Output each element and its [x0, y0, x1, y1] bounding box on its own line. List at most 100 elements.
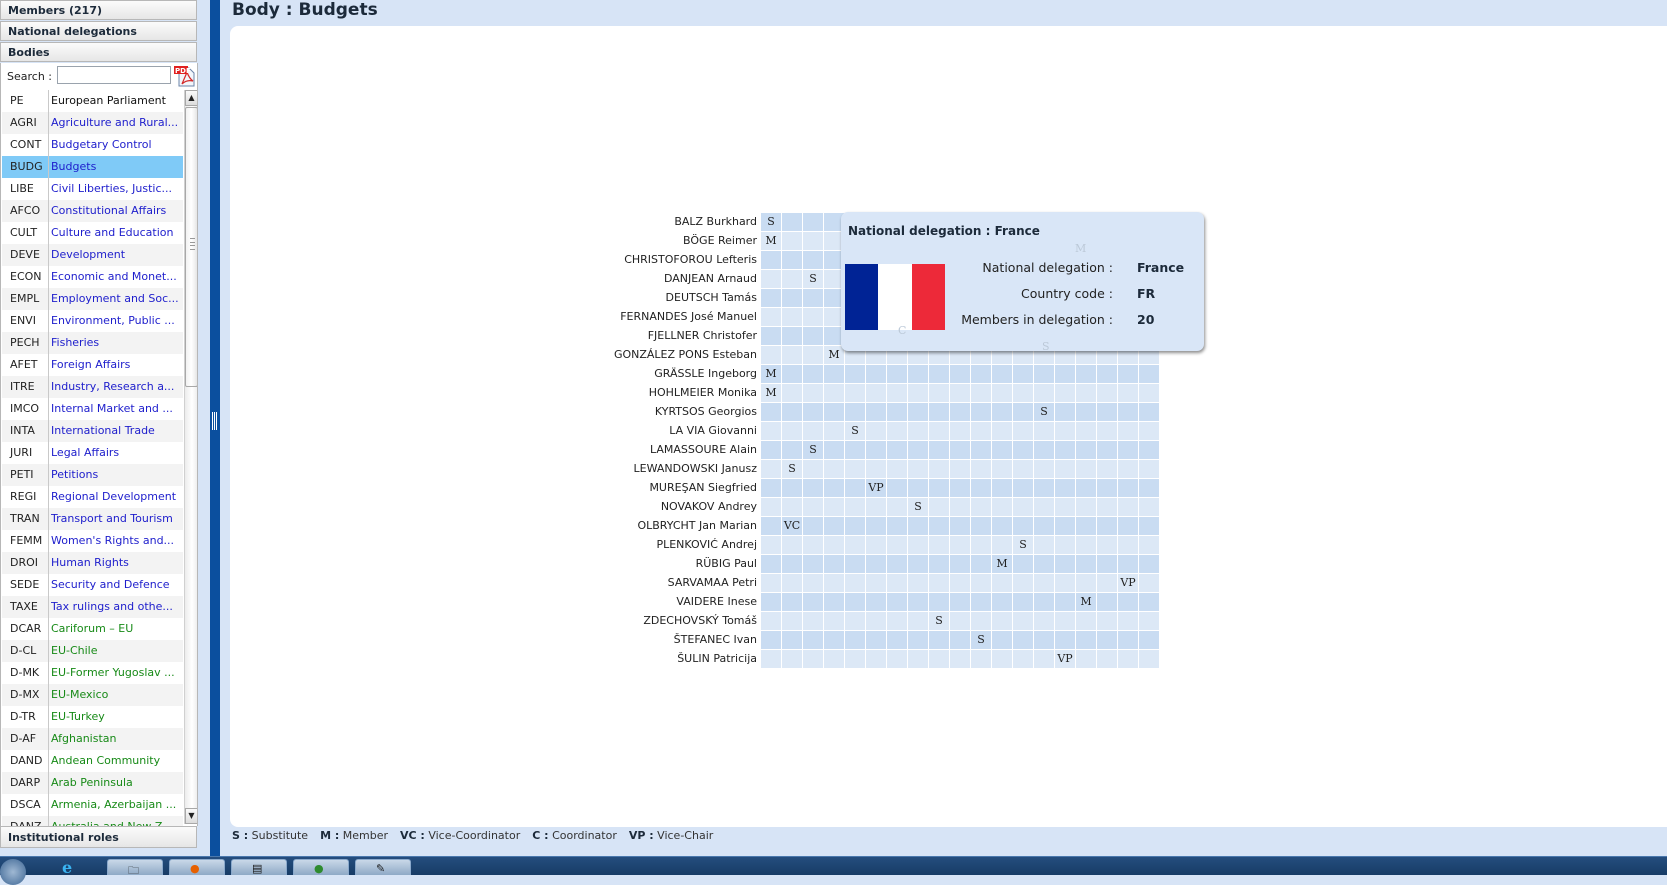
grid-cell[interactable] [824, 479, 844, 497]
grid-cell[interactable] [761, 327, 781, 345]
notepad-button[interactable]: ▤ [231, 859, 287, 875]
member-name[interactable]: HOHLMEIER Monika [557, 386, 757, 399]
grid-cell[interactable] [1076, 422, 1096, 440]
grid-cell[interactable] [1055, 365, 1075, 383]
grid-cell[interactable] [1013, 574, 1033, 592]
grid-cell[interactable] [782, 213, 802, 231]
member-name[interactable]: BALZ Burkhard [557, 215, 757, 228]
member-name[interactable]: GRÄSSLE Ingeborg [557, 367, 757, 380]
grid-cell[interactable]: S [761, 213, 781, 231]
grid-cell[interactable] [1097, 574, 1117, 592]
grid-cell[interactable] [1076, 612, 1096, 630]
grid-cell[interactable] [887, 422, 907, 440]
grid-cell[interactable] [761, 517, 781, 535]
grid-cell[interactable] [1097, 517, 1117, 535]
member-name[interactable]: LA VIA Giovanni [557, 424, 757, 437]
grid-cell[interactable] [971, 365, 991, 383]
grid-cell[interactable] [1139, 650, 1159, 668]
list-item-afco[interactable]: AFCO Constitutional Affairs [2, 200, 183, 222]
grid-cell[interactable] [866, 422, 886, 440]
grid-cell[interactable] [887, 574, 907, 592]
grid-cell[interactable] [866, 650, 886, 668]
grid-cell[interactable]: M [1076, 593, 1096, 611]
grid-cell[interactable] [803, 650, 823, 668]
grid-cell[interactable] [929, 384, 949, 402]
grid-cell[interactable] [971, 650, 991, 668]
grid-cell[interactable] [992, 403, 1012, 421]
grid-cell[interactable] [929, 574, 949, 592]
grid-cell[interactable] [761, 498, 781, 516]
grid-cell[interactable] [1034, 479, 1054, 497]
list-item-cont[interactable]: CONT Budgetary Control [2, 134, 183, 156]
grid-cell[interactable] [887, 365, 907, 383]
list-item-tran[interactable]: TRAN Transport and Tourism [2, 508, 183, 530]
grid-cell[interactable] [803, 479, 823, 497]
grid-cell[interactable] [1013, 498, 1033, 516]
list-item-itre[interactable]: ITRE Industry, Research a... [2, 376, 183, 398]
grid-cell[interactable]: S [782, 460, 802, 478]
grid-cell[interactable] [887, 441, 907, 459]
member-name[interactable]: ZDECHOVSKÝ Tomáš [557, 614, 757, 627]
grid-cell[interactable] [1097, 403, 1117, 421]
grid-cell[interactable] [1139, 479, 1159, 497]
grid-cell[interactable]: S [971, 631, 991, 649]
grid-cell[interactable] [1139, 403, 1159, 421]
paint-button[interactable]: ✎ [355, 859, 411, 875]
section-national-delegations[interactable]: National delegations [0, 21, 197, 41]
grid-cell[interactable] [1076, 384, 1096, 402]
grid-cell[interactable] [971, 384, 991, 402]
grid-cell[interactable] [761, 289, 781, 307]
grid-cell[interactable] [845, 460, 865, 478]
search-input[interactable] [57, 66, 171, 84]
splitter-grip-icon[interactable] [212, 412, 218, 430]
grid-cell[interactable] [1076, 536, 1096, 554]
grid-cell[interactable] [1076, 460, 1096, 478]
grid-cell[interactable] [1013, 384, 1033, 402]
grid-cell[interactable] [803, 555, 823, 573]
grid-cell[interactable] [761, 631, 781, 649]
grid-cell[interactable] [929, 536, 949, 554]
grid-cell[interactable] [887, 498, 907, 516]
grid-cell[interactable] [845, 612, 865, 630]
list-item-dand[interactable]: DAND Andean Community [2, 750, 183, 772]
grid-cell[interactable] [761, 555, 781, 573]
grid-cell[interactable] [950, 555, 970, 573]
grid-cell[interactable] [908, 479, 928, 497]
member-name[interactable]: BÖGE Reimer [557, 234, 757, 247]
grid-cell[interactable] [1097, 422, 1117, 440]
list-item-dsca[interactable]: DSCA Armenia, Azerbaijan ... [2, 794, 183, 816]
list-item-pech[interactable]: PECH Fisheries [2, 332, 183, 354]
grid-cell[interactable] [1097, 555, 1117, 573]
grid-cell[interactable] [845, 536, 865, 554]
grid-cell[interactable] [1139, 384, 1159, 402]
grid-cell[interactable] [1076, 574, 1096, 592]
grid-cell[interactable]: S [929, 612, 949, 630]
grid-cell[interactable] [866, 536, 886, 554]
grid-cell[interactable] [950, 479, 970, 497]
grid-cell[interactable] [1097, 536, 1117, 554]
grid-cell[interactable] [1097, 593, 1117, 611]
grid-cell[interactable] [1013, 422, 1033, 440]
grid-cell[interactable] [761, 346, 781, 364]
section-bodies[interactable]: Bodies [0, 42, 197, 62]
grid-cell[interactable] [803, 517, 823, 535]
grid-cell[interactable] [1034, 498, 1054, 516]
grid-cell[interactable] [1055, 612, 1075, 630]
grid-cell[interactable] [1118, 555, 1138, 573]
grid-cell[interactable] [950, 403, 970, 421]
grid-cell[interactable] [992, 384, 1012, 402]
member-name[interactable]: LEWANDOWSKI Janusz [557, 462, 757, 475]
grid-cell[interactable] [887, 384, 907, 402]
grid-cell[interactable] [1055, 593, 1075, 611]
grid-cell[interactable] [1139, 498, 1159, 516]
grid-cell[interactable] [1034, 365, 1054, 383]
grid-cell[interactable] [908, 517, 928, 535]
grid-cell[interactable] [1013, 650, 1033, 668]
grid-cell[interactable] [845, 574, 865, 592]
grid-cell[interactable] [1097, 384, 1117, 402]
section-members[interactable]: Members (217) [0, 0, 197, 20]
grid-cell[interactable] [845, 403, 865, 421]
grid-cell[interactable] [908, 536, 928, 554]
member-name[interactable]: CHRISTOFOROU Lefteris [557, 253, 757, 266]
grid-cell[interactable] [845, 631, 865, 649]
